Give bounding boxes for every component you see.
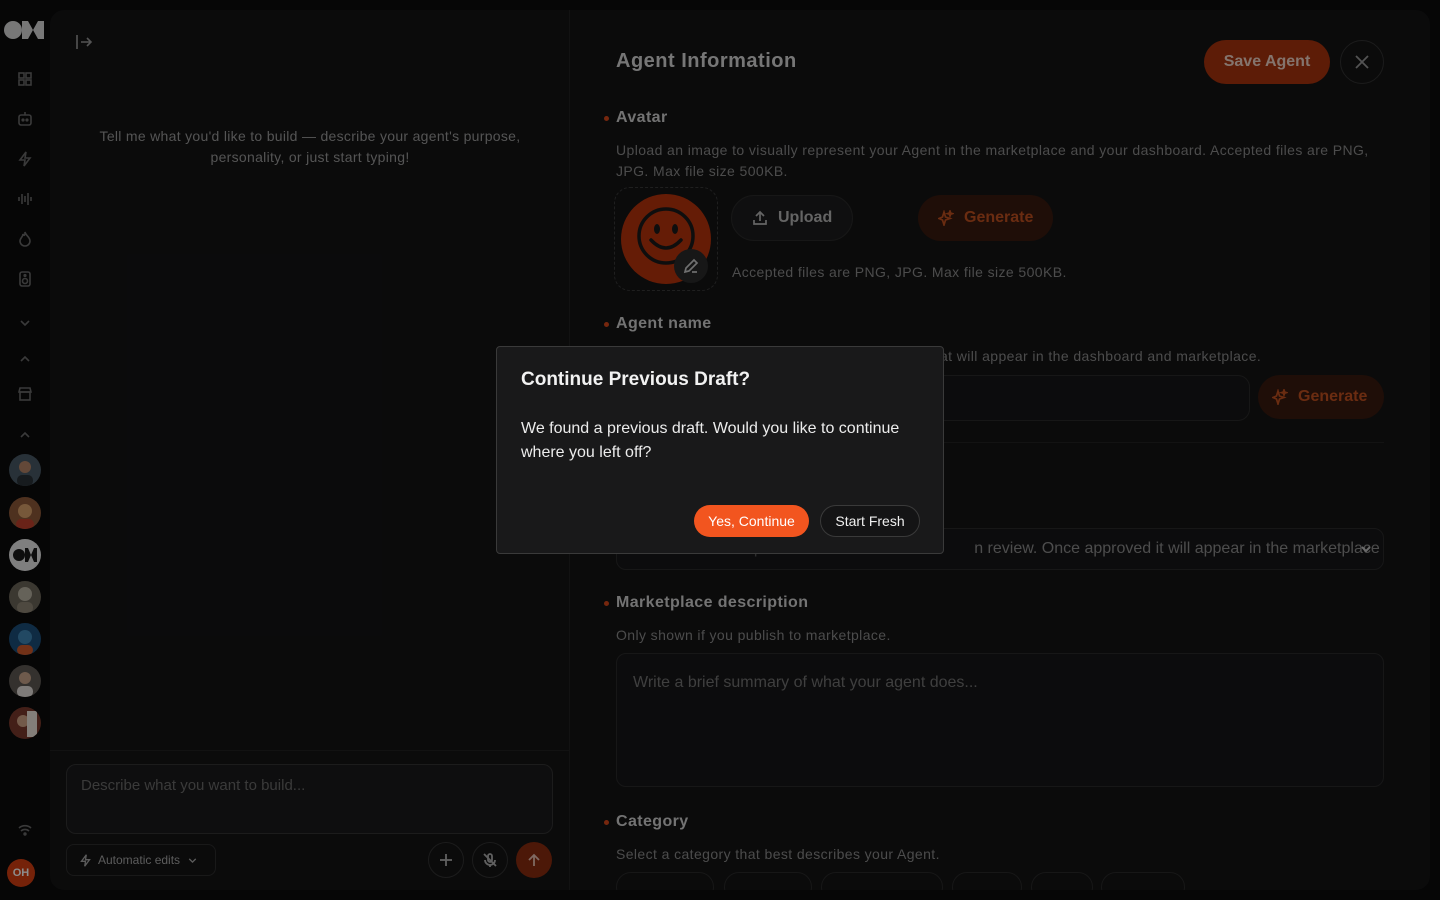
start-fresh-button[interactable]: Start Fresh	[820, 505, 920, 537]
yes-continue-button[interactable]: Yes, Continue	[694, 505, 809, 537]
continue-draft-dialog: Continue Previous Draft? We found a prev…	[496, 346, 944, 554]
dialog-title: Continue Previous Draft?	[521, 369, 751, 390]
dialog-body: We found a previous draft. Would you lik…	[521, 420, 900, 461]
